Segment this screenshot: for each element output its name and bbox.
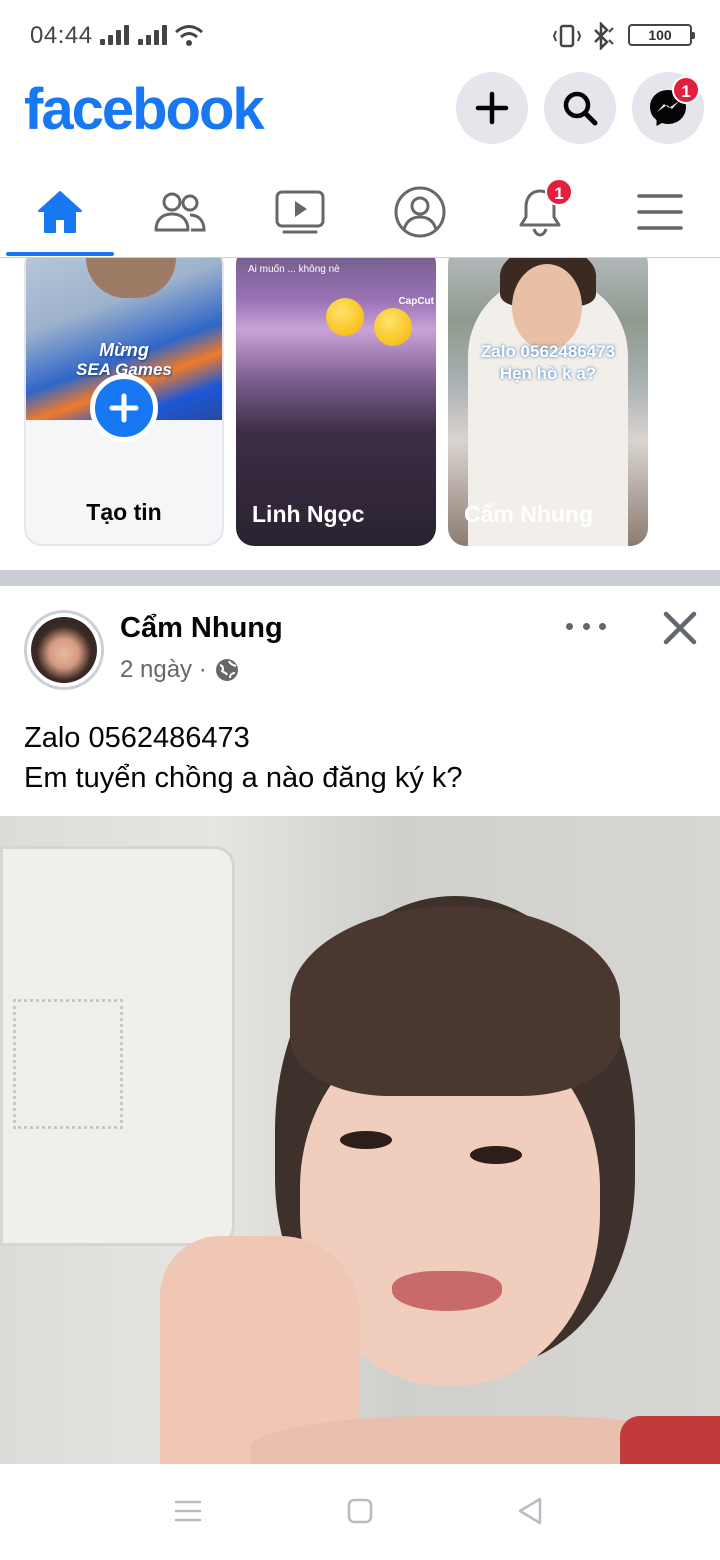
status-bar: 04:44 100 — [0, 0, 720, 72]
tongue-emoji-icon — [374, 308, 412, 346]
photo-wall-panel — [0, 846, 235, 1246]
plus-icon — [475, 91, 509, 125]
messenger-badge: 1 — [672, 76, 700, 104]
feed-divider — [0, 570, 720, 586]
home-icon — [38, 191, 82, 233]
create-story-overlay-1: Mừng — [99, 340, 149, 360]
globe-public-icon — [215, 659, 238, 681]
photo-lips — [392, 1271, 502, 1311]
main-nav-tabs: 1 — [0, 168, 720, 258]
photo-eye — [340, 1131, 392, 1149]
dot — [582, 622, 590, 630]
facebook-logo[interactable]: facebook — [24, 76, 265, 143]
hide-post-close-icon[interactable] — [660, 608, 700, 648]
status-time: 04:44 — [30, 22, 93, 49]
dot — [599, 622, 606, 630]
photo-dress-strap — [620, 1416, 720, 1464]
recent-apps-button[interactable] — [168, 1494, 208, 1528]
plus-icon — [109, 393, 139, 423]
photo-bangs — [290, 906, 620, 1096]
tab-notifications[interactable]: 1 — [485, 168, 595, 256]
create-button[interactable] — [456, 72, 528, 144]
user-photo-face — [86, 258, 176, 298]
story-card[interactable]: Ai muốn ... không nè CapCut Linh Ngọc — [236, 258, 436, 546]
post-text-line: Zalo 0562486473 — [24, 722, 250, 754]
post-text: Zalo 0562486473 Em tuyển chồng a nào đăn… — [24, 718, 463, 798]
story-caption-line1: Zalo 0562486473 — [480, 342, 616, 361]
active-tab-indicator — [6, 252, 114, 256]
search-button[interactable] — [544, 72, 616, 144]
battery-indicator: 100 — [628, 24, 695, 46]
add-story-button[interactable] — [90, 374, 158, 442]
create-story-label: Tạo tin — [86, 499, 162, 525]
tab-home[interactable] — [5, 168, 115, 256]
post-meta: 2 ngày · — [120, 656, 239, 684]
capcut-watermark: CapCut — [398, 296, 434, 307]
wifi-icon — [175, 25, 203, 46]
post-author-name[interactable]: Cẩm Nhung — [120, 612, 283, 645]
back-triangle-icon — [518, 1497, 542, 1525]
signal-icon-2 — [138, 25, 168, 45]
story-caption-line2: Hẹn hò k a? — [499, 364, 597, 383]
vibrate-icon — [552, 24, 582, 48]
hamburger-menu-icon — [637, 194, 683, 230]
messenger-button[interactable]: 1 — [632, 72, 704, 144]
stories-tray: Mừng SEA Games Tạo tin Ai muốn ... không… — [0, 258, 720, 570]
bluetooth-icon — [594, 22, 614, 50]
story-card[interactable]: Zalo 0562486473 Hẹn hò k a? Cẩm Nhung — [448, 258, 648, 546]
post-timestamp[interactable]: 2 ngày · — [120, 656, 207, 684]
profile-icon — [394, 186, 446, 238]
story-author-name: Linh Ngọc — [252, 501, 365, 527]
avatar — [31, 617, 97, 683]
wink-emoji-icon — [326, 298, 364, 336]
watch-video-icon — [275, 190, 325, 234]
friends-icon — [154, 192, 206, 232]
home-square-icon — [347, 1498, 373, 1524]
tab-profile[interactable] — [365, 168, 475, 256]
story-person-face — [512, 264, 582, 350]
tab-watch[interactable] — [245, 168, 355, 256]
create-story-card[interactable]: Mừng SEA Games Tạo tin — [24, 258, 224, 546]
post-photo[interactable] — [0, 816, 720, 1464]
tab-menu[interactable] — [605, 168, 715, 256]
photo-eye — [470, 1146, 522, 1164]
system-nav-bar — [0, 1464, 720, 1560]
story-author-name: Cẩm Nhung — [464, 501, 594, 527]
tab-friends[interactable] — [125, 168, 235, 256]
signal-icon — [100, 25, 130, 45]
dot — [566, 622, 573, 630]
post-more-options-button[interactable] — [566, 614, 606, 638]
search-icon — [563, 91, 598, 126]
notifications-badge: 1 — [545, 178, 573, 206]
recent-apps-icon — [174, 1500, 202, 1522]
back-button[interactable] — [510, 1494, 550, 1528]
photo-wall-inset — [13, 999, 123, 1129]
story-caption: Ai muốn ... không nè — [248, 264, 340, 275]
home-system-button[interactable] — [340, 1494, 380, 1528]
post-author-avatar[interactable] — [24, 610, 104, 690]
post-text-line: Em tuyển chồng a nào đăng ký k? — [24, 762, 463, 794]
status-right: 100 — [552, 22, 695, 50]
